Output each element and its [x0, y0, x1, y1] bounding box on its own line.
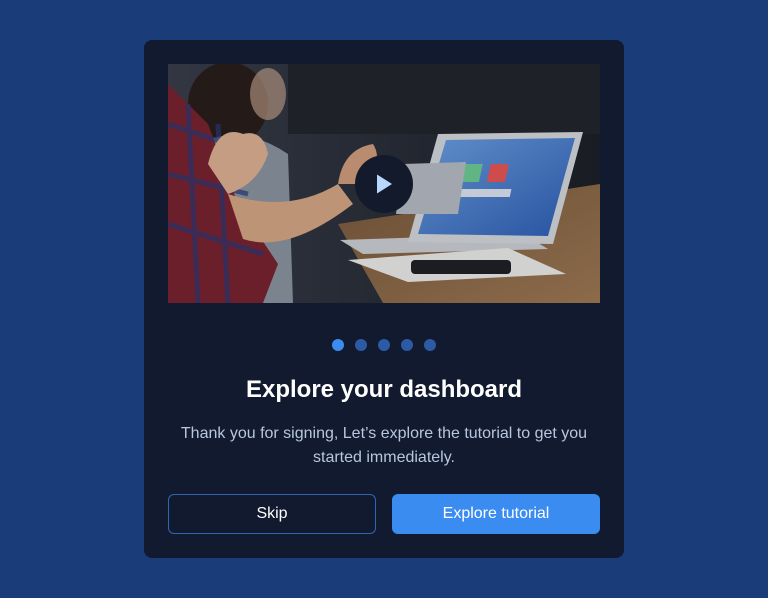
carousel-pagination [144, 339, 624, 351]
carousel-dot-4[interactable] [401, 339, 413, 351]
play-icon [377, 174, 392, 194]
skip-button[interactable]: Skip [168, 494, 376, 534]
carousel-dot-3[interactable] [378, 339, 390, 351]
modal-title: Explore your dashboard [245, 376, 523, 403]
carousel-dot-1[interactable] [332, 339, 344, 351]
carousel-dot-2[interactable] [355, 339, 367, 351]
carousel-dot-5[interactable] [424, 339, 436, 351]
explore-tutorial-button-label: Explore tutorial [442, 505, 550, 522]
skip-button-label: Skip [256, 505, 288, 522]
play-button[interactable] [355, 155, 413, 213]
explore-tutorial-button[interactable]: Explore tutorial [392, 494, 600, 534]
modal-description: Thank you for signing, Let’s explore the… [180, 425, 588, 466]
tutorial-video-thumbnail[interactable] [168, 64, 600, 303]
onboarding-modal: Explore your dashboard Thank you for sig… [144, 40, 624, 558]
